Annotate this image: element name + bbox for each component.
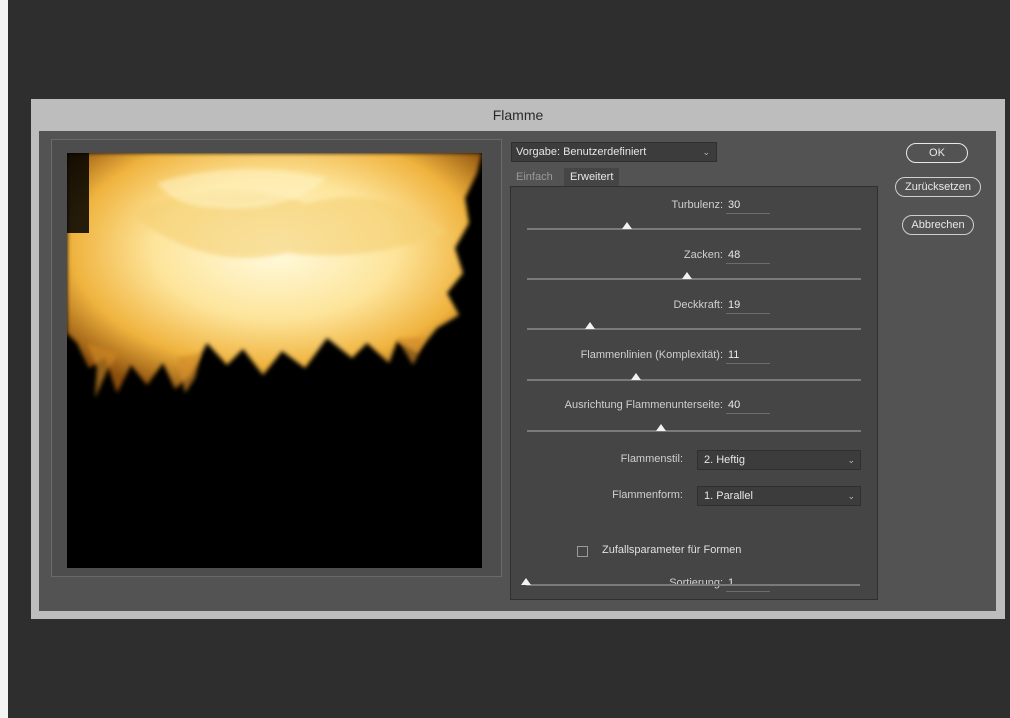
flame-lines-slider[interactable] (527, 379, 861, 381)
flame-lines-slider-thumb[interactable] (630, 373, 641, 380)
bottom-alignment-label: Ausrichtung Flammenunterseite: (564, 399, 723, 411)
turbulence-label: Turbulenz: (671, 199, 723, 211)
zacken-slider-thumb[interactable] (682, 272, 693, 279)
flame-lines-input[interactable]: 11 (726, 349, 770, 364)
preset-dropdown[interactable]: Vorgabe: Benutzerdefiniert ⌄ (511, 142, 717, 162)
flame-dialog: Flamme Vorgabe: Benutzerdefiniert ⌄ Einf… (31, 99, 1005, 619)
bottom-alignment-slider-thumb[interactable] (655, 424, 666, 431)
sorting-slider-thumb[interactable] (521, 578, 531, 585)
flame-lines-label: Flammenlinien (Komplexität): (580, 349, 723, 361)
flame-preview-image (67, 153, 482, 568)
bottom-alignment-input[interactable]: 40 (726, 399, 770, 414)
preview-frame (51, 139, 502, 577)
turbulence-slider-thumb[interactable] (622, 222, 633, 229)
ok-button[interactable]: OK (906, 143, 968, 163)
opacity-input[interactable]: 19 (726, 299, 770, 314)
tab-einfach-label: Einfach (516, 171, 553, 183)
opacity-slider-thumb[interactable] (585, 322, 596, 329)
flame-preview (67, 153, 482, 568)
sorting-slider[interactable] (526, 584, 860, 586)
left-edge-strip (0, 0, 8, 718)
flame-style-label: Flammenstil: (620, 453, 683, 465)
tab-erweitert-label: Erweitert (570, 171, 614, 183)
opacity-label: Deckkraft: (673, 299, 723, 311)
flame-shape-label: Flammenform: (612, 489, 683, 501)
chevron-down-icon: ⌄ (847, 455, 855, 465)
dialog-title: Flamme (492, 107, 544, 123)
zacken-label: Zacken: (683, 249, 723, 261)
reset-button[interactable]: Zurücksetzen (895, 177, 981, 197)
sorting-label: Sortierung: (669, 577, 723, 589)
flame-style-dropdown[interactable]: 2. Heftig ⌄ (697, 450, 861, 470)
turbulence-slider[interactable] (527, 228, 861, 230)
tab-erweitert[interactable]: Erweitert (564, 168, 620, 186)
random-shapes-label[interactable]: Zufallsparameter für Formen (602, 544, 741, 556)
tab-einfach[interactable]: Einfach (510, 168, 559, 186)
cancel-button[interactable]: Abbrechen (902, 215, 974, 235)
zacken-input[interactable]: 48 (726, 249, 770, 264)
opacity-slider[interactable] (527, 328, 861, 330)
chevron-down-icon: ⌄ (847, 491, 855, 501)
preset-text: Vorgabe: Benutzerdefiniert (516, 146, 647, 158)
bottom-alignment-slider[interactable] (527, 430, 861, 432)
dialog-body: Vorgabe: Benutzerdefiniert ⌄ Einfach Erw… (39, 131, 996, 611)
turbulence-input[interactable]: 30 (726, 199, 770, 214)
random-shapes-checkbox[interactable] (577, 546, 588, 557)
flame-shape-value: 1. Parallel (704, 490, 753, 502)
chevron-down-icon: ⌄ (702, 147, 710, 157)
zacken-slider[interactable] (527, 278, 861, 280)
advanced-panel: Turbulenz: 30 Zacken: 48 Deckkraft: 19 F… (510, 186, 878, 600)
flame-style-value: 2. Heftig (704, 454, 745, 466)
flame-shape-dropdown[interactable]: 1. Parallel ⌄ (697, 486, 861, 506)
